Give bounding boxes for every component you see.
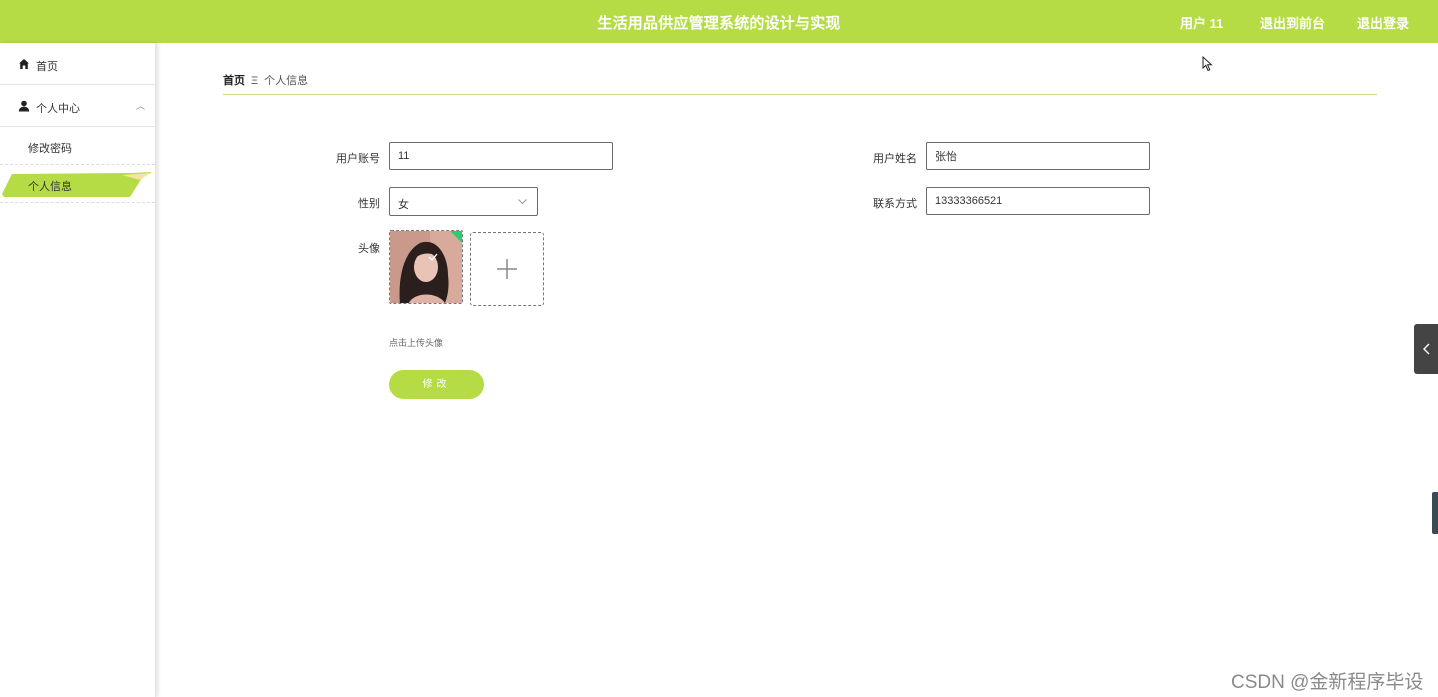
chevron-down-icon [518,199,527,205]
upload-hint: 点击上传头像 [389,338,444,348]
account-input[interactable] [389,142,613,170]
contact-input[interactable] [926,187,1150,215]
chevron-left-icon [1423,343,1430,355]
back-to-front-link[interactable]: 退出到前台 [1260,13,1325,32]
plus-icon [497,259,517,279]
account-label: 用户账号 [336,153,380,165]
avatar-thumbnail[interactable] [389,230,463,304]
breadcrumb-current: 个人信息 [264,75,309,87]
user-menu[interactable]: 用户 11 [1180,13,1223,32]
active-highlight-brush [2,172,152,197]
sidebar-subitem-personal-info[interactable]: 个人信息 [0,165,155,203]
submit-button[interactable]: 修改 [389,370,484,399]
contact-label: 联系方式 [873,198,917,210]
chevron-up-icon: ︿ [135,101,145,111]
home-icon [19,59,29,69]
sidebar-item-personal-center[interactable]: 个人中心 ︿ [0,85,155,127]
check-icon [428,253,438,261]
avatar-label: 头像 [358,243,380,255]
breadcrumb-home[interactable]: 首页 [223,75,245,87]
sidebar-item-label: 个人中心 [36,103,80,115]
mouse-cursor-icon [1202,56,1213,72]
avatar-upload-button[interactable] [470,232,544,306]
gender-select[interactable]: 女 [389,187,538,216]
collapse-panel-tab[interactable] [1414,324,1438,374]
sidebar: 首页 个人中心 ︿ 修改密码 个人信息 [0,43,156,697]
avatar-image [390,231,462,303]
breadcrumb-separator: Ξ [251,75,259,87]
sidebar-subitem-change-password[interactable]: 修改密码 [0,127,155,165]
gender-selected-value: 女 [398,199,409,211]
breadcrumb: 首页 Ξ 个人信息 [223,72,308,88]
gender-label: 性别 [358,198,380,210]
sidebar-subitem-label: 修改密码 [28,143,72,155]
side-tool-bar[interactable] [1432,492,1438,534]
sidebar-item-label: 首页 [36,61,58,73]
sidebar-item-home[interactable]: 首页 [0,43,155,85]
sidebar-subitem-label: 个人信息 [28,181,72,193]
logout-link[interactable]: 退出登录 [1357,13,1409,32]
top-header-bar: 生活用品供应管理系统的设计与实现 用户 11 退出到前台 退出登录 [0,0,1438,43]
name-input[interactable] [926,142,1150,170]
user-icon [18,100,30,112]
breadcrumb-divider [223,94,1377,95]
name-label: 用户姓名 [873,153,917,165]
watermark: CSDN @金新程序毕设 [1231,672,1424,693]
